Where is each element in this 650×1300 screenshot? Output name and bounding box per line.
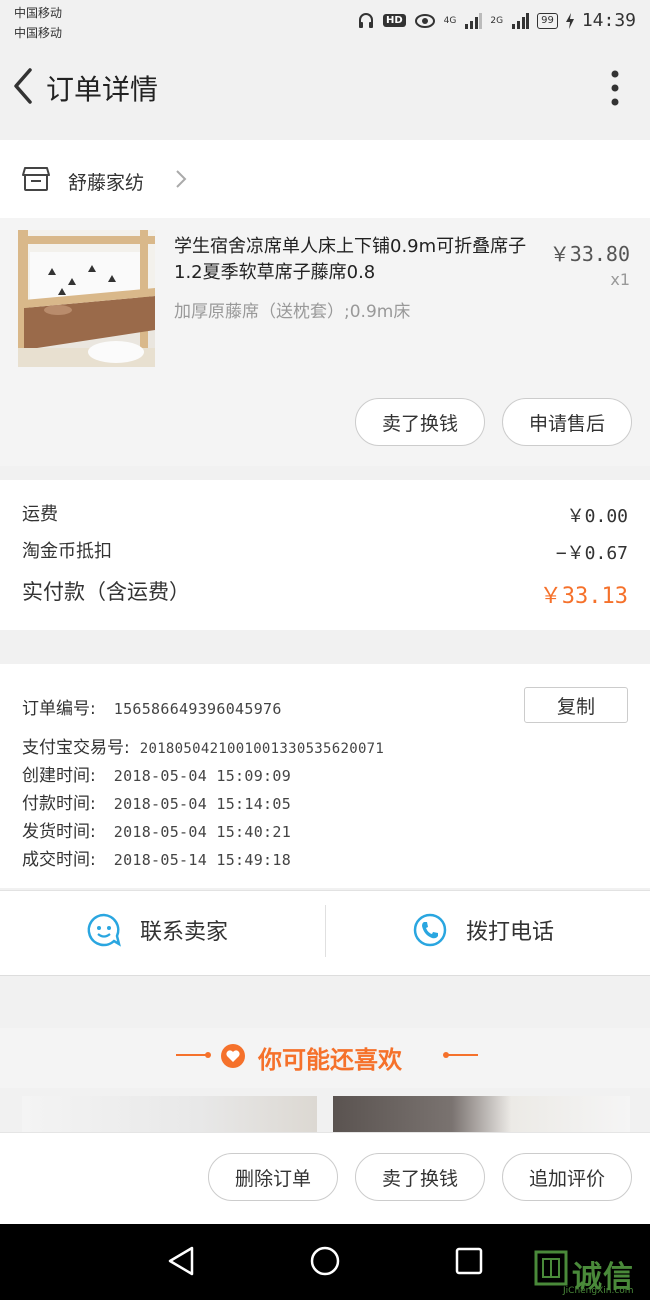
more-icon[interactable] <box>610 70 620 106</box>
divider <box>325 905 326 957</box>
info-value: 2018050421001001330535620071 <box>139 741 385 757</box>
phone-icon <box>413 913 447 947</box>
watermark-logo-icon <box>534 1250 568 1286</box>
watermark-url: JiChengXin.com <box>563 1286 634 1296</box>
hd-badge: HD <box>383 14 406 27</box>
created-time-row: 创建时间: 2018-05-04 15:09:09 <box>22 761 291 786</box>
contact-seller-label: 联系卖家 <box>140 920 229 945</box>
product-price: ￥33.80 <box>549 242 630 266</box>
shipping-value: ￥0.00 <box>566 506 628 527</box>
order-number-row: 订单编号: 156586649396045976 <box>22 694 282 719</box>
paid-label: 实付款（含运费） <box>22 580 190 604</box>
alipay-trade-row: 支付宝交易号: 2018050421001001330535620071 <box>22 733 384 758</box>
status-icons: HD 4G 2G 99 14:39 <box>357 10 636 31</box>
page-title: 订单详情 <box>46 73 159 106</box>
product-quantity: x1 <box>610 270 630 289</box>
aftersale-button[interactable]: 申请售后 <box>502 398 632 446</box>
clock: 14:39 <box>581 10 636 31</box>
add-review-button[interactable]: 追加评价 <box>502 1153 632 1201</box>
info-value: 156586649396045976 <box>113 700 282 718</box>
info-label: 创建时间: <box>22 766 96 786</box>
back-icon[interactable] <box>8 66 40 106</box>
info-value: 2018-05-04 15:40:21 <box>113 823 292 841</box>
carrier-label: 中国移动 <box>14 6 63 20</box>
right-arrow-decoration <box>443 1052 478 1058</box>
paid-value: ￥33.13 <box>539 584 628 609</box>
eye-icon <box>414 13 435 28</box>
coin-discount-value: −￥0.67 <box>555 543 628 564</box>
battery-level: 99 <box>537 12 558 29</box>
product-title[interactable]: 学生宿舍凉席单人床上下铺0.9m可折叠席子1.2夏季软草席子藤席0.8 <box>174 234 534 286</box>
info-label: 成交时间: <box>22 850 96 870</box>
info-value: 2018-05-04 15:14:05 <box>113 795 292 813</box>
coin-discount-label: 淘金币抵扣 <box>22 541 112 562</box>
resell-button-bottom[interactable]: 卖了换钱 <box>355 1153 485 1201</box>
smile-chat-icon <box>87 913 121 947</box>
info-label: 付款时间: <box>22 794 96 814</box>
left-arrow-decoration <box>176 1052 211 1058</box>
signal-icon-2 <box>512 12 530 29</box>
nav-home-icon[interactable] <box>309 1245 341 1277</box>
resell-button[interactable]: 卖了换钱 <box>355 398 485 446</box>
shipped-time-row: 发货时间: 2018-05-04 15:40:21 <box>22 817 291 842</box>
charging-icon <box>565 12 574 29</box>
network-4g: 4G <box>443 15 457 26</box>
product-spec: 加厚原藤席（送枕套）;0.9m床 <box>174 302 411 322</box>
recommend-item-image[interactable] <box>22 1096 317 1136</box>
paid-time-row: 付款时间: 2018-05-04 15:14:05 <box>22 789 291 814</box>
carrier-label-2: 中国移动 <box>14 26 63 40</box>
contact-seller-button[interactable]: 联系卖家 <box>86 912 228 948</box>
nav-recent-icon[interactable] <box>455 1247 483 1275</box>
recommend-title: 你可能还喜欢 <box>258 1046 402 1074</box>
status-bar: 中国移动 中国移动 HD 4G 2G 99 14:39 <box>0 0 650 46</box>
call-button[interactable]: 拨打电话 <box>412 912 554 948</box>
nav-back-icon[interactable] <box>166 1245 196 1277</box>
shop-row[interactable]: 舒藤家纺 <box>0 140 650 218</box>
completed-time-row: 成交时间: 2018-05-14 15:49:18 <box>22 845 291 870</box>
product-thumbnail[interactable] <box>18 230 155 367</box>
info-label: 发货时间: <box>22 822 96 842</box>
headset-icon <box>359 12 373 28</box>
signal-icon <box>465 12 483 29</box>
network-2g: 2G <box>490 15 504 26</box>
info-value: 2018-05-04 15:09:09 <box>113 767 292 785</box>
copy-button[interactable]: 复制 <box>524 687 628 723</box>
store-icon <box>22 167 50 191</box>
call-label: 拨打电话 <box>466 920 555 945</box>
heart-icon <box>221 1044 245 1068</box>
chevron-right-icon <box>176 170 187 188</box>
shop-name: 舒藤家纺 <box>68 172 145 194</box>
delete-order-button[interactable]: 删除订单 <box>208 1153 338 1201</box>
info-label: 支付宝交易号: <box>22 738 130 758</box>
recommend-item-image[interactable] <box>333 1096 630 1136</box>
shipping-label: 运费 <box>22 504 58 525</box>
info-label: 订单编号: <box>22 699 96 719</box>
info-value: 2018-05-14 15:49:18 <box>113 851 292 869</box>
